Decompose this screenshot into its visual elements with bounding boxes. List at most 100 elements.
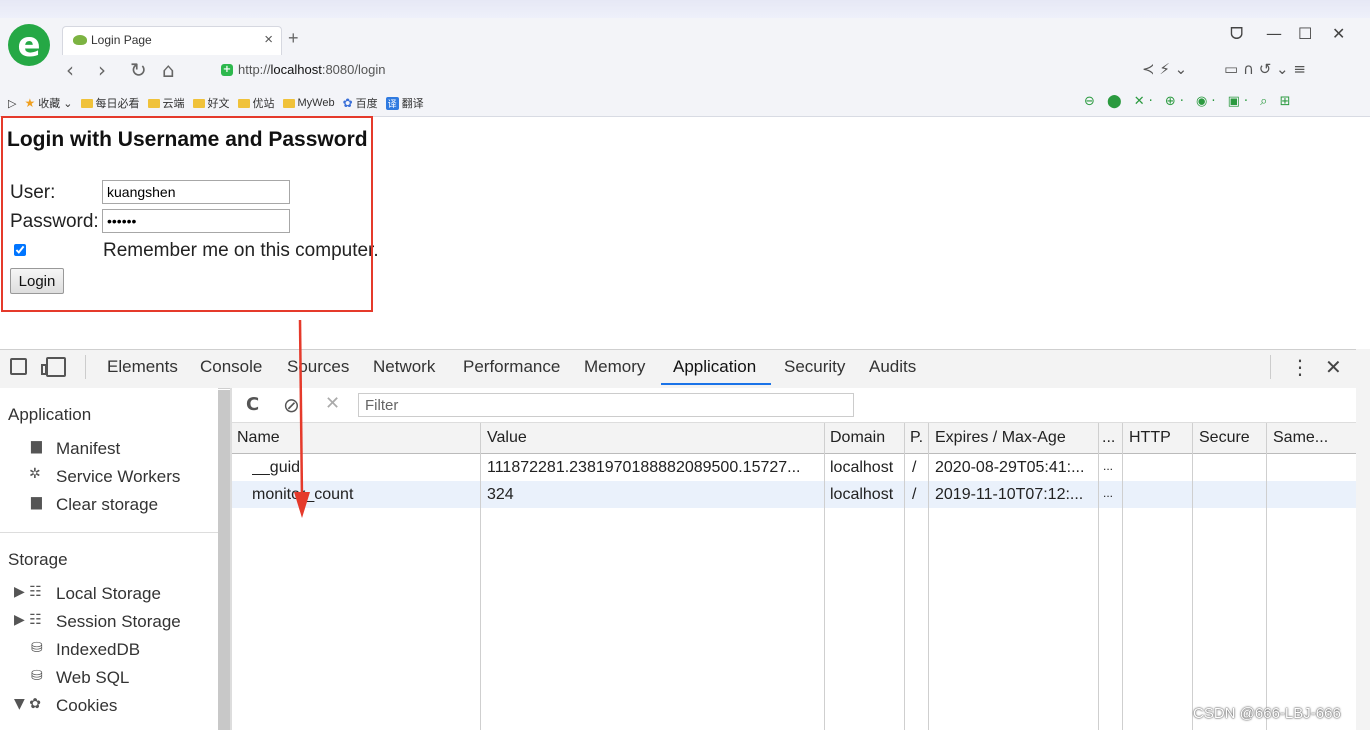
cookie-path: /	[912, 459, 917, 476]
home-icon[interactable]: ⌂	[162, 58, 175, 82]
column-header-value[interactable]: Value	[487, 429, 817, 447]
bookmark-item[interactable]: 每日必看	[80, 95, 140, 111]
column-divider	[1122, 423, 1123, 730]
sidebar-item-service-workers[interactable]: Service Workers	[56, 467, 180, 487]
column-divider	[1192, 423, 1193, 730]
folder-icon	[237, 98, 250, 108]
sidebar-item-local-storage[interactable]: Local Storage	[56, 584, 161, 604]
bookmark-item[interactable]: ★ 收藏 ⌄	[24, 95, 72, 111]
manifest-icon: ▆	[31, 438, 42, 454]
cookie-domain: localhost	[830, 459, 894, 476]
sidebar-item-session-storage[interactable]: Session Storage	[56, 612, 181, 632]
inspect-element-icon[interactable]	[10, 358, 27, 375]
column-header-http[interactable]: HTTP	[1129, 429, 1189, 447]
column-header-secure[interactable]: Secure	[1199, 429, 1263, 447]
forward-icon[interactable]: ›	[98, 58, 106, 82]
column-divider	[1266, 423, 1267, 730]
new-tab-button[interactable]: +	[288, 28, 299, 49]
tab-console[interactable]: Console	[200, 357, 262, 377]
bookmark-item[interactable]: ✿ 百度	[343, 95, 378, 111]
minimize-button[interactable]: —	[1266, 24, 1282, 43]
sidebar-item-indexeddb[interactable]: IndexedDB	[56, 640, 140, 660]
column-header-expires[interactable]: Expires / Max-Age	[935, 429, 1095, 447]
cookie-expires: 2020-08-29T05:41:...	[935, 459, 1085, 476]
folder-icon	[80, 98, 93, 108]
column-divider	[480, 423, 481, 730]
sidebar-scrollbar[interactable]	[218, 390, 230, 730]
tab-memory[interactable]: Memory	[584, 357, 645, 377]
cookie-value: 111872281.2381970188882089500.15727...	[487, 459, 801, 476]
folder-icon	[192, 98, 205, 108]
folder-icon	[147, 98, 160, 108]
maximize-button[interactable]: ☐	[1298, 24, 1312, 43]
sidebar-item-clear-storage[interactable]: Clear storage	[56, 495, 158, 515]
address-bar[interactable]: http://localhost:8080/login	[238, 62, 385, 77]
expand-grid-icon[interactable]: ▶ ☷	[14, 584, 42, 600]
expand-grid-icon[interactable]: ▶ ☷	[14, 612, 42, 628]
tab-audits[interactable]: Audits	[869, 357, 916, 377]
column-header-path[interactable]: P.	[910, 429, 926, 447]
cookie-size: ...	[1103, 459, 1114, 473]
tab-application[interactable]: Application	[673, 357, 756, 377]
sidebar-item-manifest[interactable]: Manifest	[56, 439, 120, 459]
tab-performance[interactable]: Performance	[463, 357, 560, 377]
database-icon: ⛁	[31, 668, 43, 684]
bookmark-item[interactable]: 好文	[192, 95, 230, 111]
more-options-icon[interactable]: ⋮	[1290, 355, 1310, 379]
secure-shield-icon: +	[221, 64, 233, 76]
cookie-name: monitor_count	[252, 486, 477, 504]
refresh-icon[interactable]: C	[246, 394, 259, 415]
folder-icon	[282, 98, 295, 108]
bookmark-item[interactable]: 译翻译	[385, 95, 424, 111]
filter-input[interactable]	[358, 393, 854, 417]
window-edge	[1356, 349, 1370, 730]
sidebar-item-cookies[interactable]: Cookies	[56, 696, 117, 716]
bookmark-item[interactable]: MyWeb	[282, 97, 335, 109]
sidebar-divider	[0, 532, 218, 533]
close-devtools-icon[interactable]: ✕	[1325, 355, 1342, 379]
column-header-size[interactable]: ...	[1102, 429, 1120, 447]
toolbar-divider	[85, 355, 86, 379]
tab-network[interactable]: Network	[373, 357, 435, 377]
device-toggle-icon[interactable]	[41, 357, 66, 377]
sidebar-header-application: Application	[8, 405, 92, 424]
column-header-name[interactable]: Name	[237, 429, 477, 447]
star-icon: ★	[24, 96, 36, 110]
reload-icon[interactable]: ↻	[130, 58, 147, 82]
translate-icon: 译	[385, 96, 399, 110]
column-divider	[904, 423, 905, 730]
cookie-path: /	[912, 486, 917, 503]
gear-icon: ✲	[29, 466, 41, 482]
share-icon[interactable]: ≺ ⚡ ⌄	[1142, 60, 1187, 78]
toolbar-divider	[1270, 355, 1271, 379]
watermark: CSDN @666-LBJ-666	[1193, 705, 1341, 722]
cookie-icon[interactable]: ▼ ✿	[14, 696, 41, 712]
column-header-samesite[interactable]: Same...	[1273, 429, 1353, 447]
back-icon[interactable]: ‹	[66, 58, 74, 82]
active-tab-indicator	[661, 383, 771, 385]
screen-top-strip	[0, 0, 1370, 18]
browser-tab[interactable]: Login Page ×	[62, 26, 282, 55]
bookmark-item[interactable]: 优站	[237, 95, 275, 111]
skin-icon[interactable]: ᗜ	[1230, 24, 1243, 44]
delete-selected-icon[interactable]: ✕	[325, 393, 340, 414]
column-header-domain[interactable]: Domain	[830, 429, 902, 447]
highlight-annotation-box	[1, 116, 373, 312]
tab-elements[interactable]: Elements	[107, 357, 178, 377]
bookmark-item[interactable]: 云端	[147, 95, 185, 111]
sidebar-header-storage: Storage	[8, 550, 68, 569]
annotation-arrow	[294, 320, 310, 518]
tab-close-icon[interactable]: ×	[264, 31, 273, 48]
cookies-table: Name Value Domain P. Expires / Max-Age .…	[232, 423, 1356, 730]
cookie-value: 324	[487, 486, 514, 503]
column-divider	[1098, 423, 1099, 730]
bookmarks-toggle-icon[interactable]: ▷	[8, 97, 16, 110]
extension-icons[interactable]: ⊖ ⬤ ✕· ⊕· ◉· ▣· ⌕ ⊞	[1084, 94, 1294, 109]
cookie-size: ...	[1103, 486, 1114, 500]
toolbar-menu-icons[interactable]: ▭ ∩ ↺ ⌄ ≡	[1224, 60, 1306, 78]
sidebar-item-web-sql[interactable]: Web SQL	[56, 668, 129, 688]
tab-security[interactable]: Security	[784, 357, 845, 377]
close-window-button[interactable]: ✕	[1332, 24, 1345, 43]
tab-title: Login Page	[91, 33, 152, 47]
column-divider	[928, 423, 929, 730]
